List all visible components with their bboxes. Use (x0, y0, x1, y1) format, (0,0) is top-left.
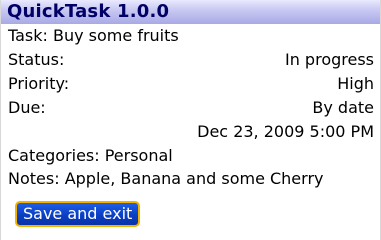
quicktask-screen: QuickTask 1.0.0 Task: Buy some fruits St… (0, 0, 381, 240)
priority-label: Priority: (8, 74, 70, 93)
due-value[interactable]: By date (312, 96, 374, 120)
categories-row[interactable]: Categories: Personal (8, 144, 374, 168)
notes-text[interactable]: Notes: Apple, Banana and some Cherry (8, 167, 324, 191)
title-bar: QuickTask 1.0.0 (1, 0, 380, 24)
notes-row[interactable]: Notes: Apple, Banana and some Cherry (8, 167, 374, 191)
priority-value[interactable]: High (337, 72, 374, 96)
app-title: QuickTask 1.0.0 (7, 1, 170, 22)
due-row[interactable]: Due: By date (8, 96, 374, 120)
status-label: Status: (8, 50, 65, 69)
due-datetime-row[interactable]: Dec 23, 2009 5:00 PM (8, 120, 374, 144)
due-datetime-value[interactable]: Dec 23, 2009 5:00 PM (197, 120, 374, 144)
status-row[interactable]: Status: In progress (8, 48, 374, 72)
status-value[interactable]: In progress (285, 48, 374, 72)
categories-text[interactable]: Categories: Personal (8, 144, 173, 168)
save-and-exit-button[interactable]: Save and exit (15, 201, 141, 227)
task-text: Task: Buy some fruits (8, 26, 179, 45)
due-label: Due: (8, 98, 46, 117)
priority-row[interactable]: Priority: High (8, 72, 374, 96)
task-row: Task: Buy some fruits (8, 24, 374, 48)
